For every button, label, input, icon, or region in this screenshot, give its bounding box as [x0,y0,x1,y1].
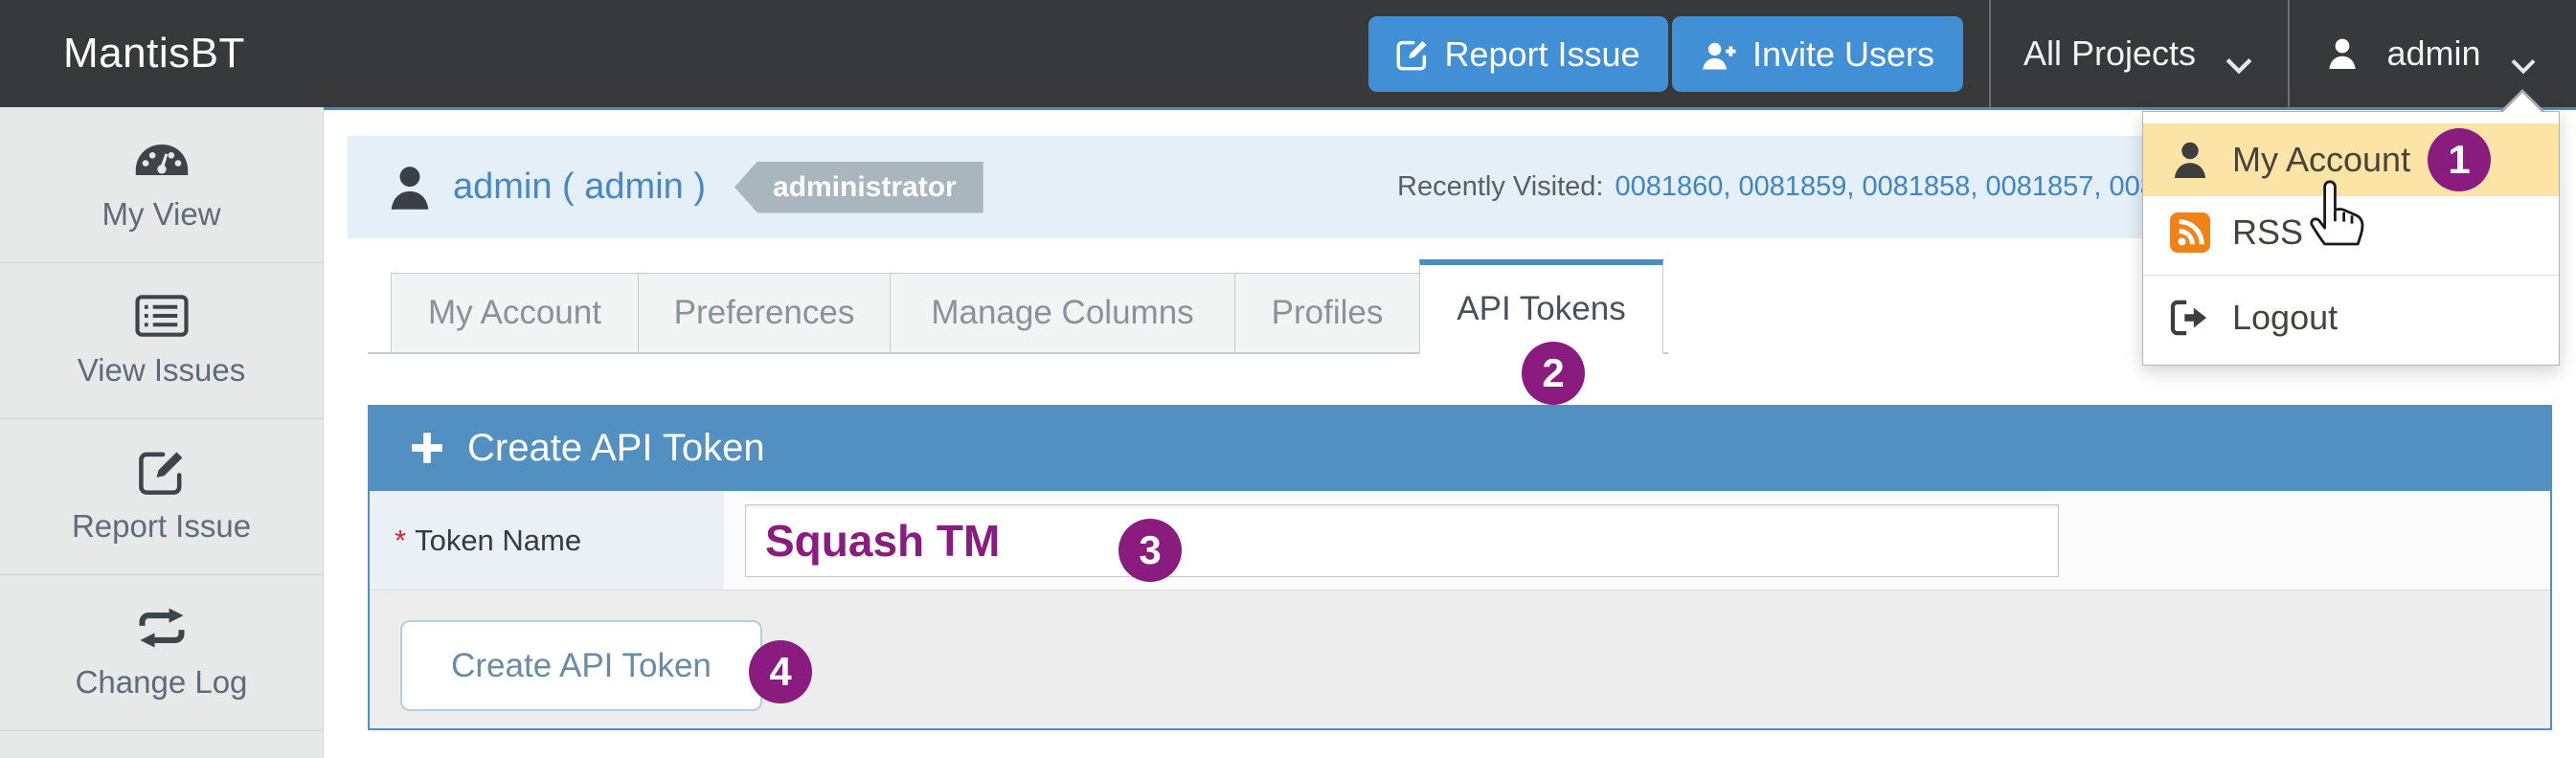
tab-manage-columns[interactable]: Manage Columns [890,273,1235,354]
report-issue-label: Report Issue [1444,34,1639,75]
sidebar-item-view-issues[interactable]: View Issues [0,263,323,419]
edit-icon [134,450,190,494]
annotation-step-badge: 3 [1119,519,1182,582]
token-name-field-cell [726,491,2550,590]
list-icon [134,294,190,338]
report-issue-button[interactable]: Report Issue [1368,16,1668,92]
tab-preferences[interactable]: Preferences [638,273,891,354]
invite-users-label: Invite Users [1752,34,1934,75]
rss-icon [2170,212,2210,253]
tab-api-tokens[interactable]: API Tokens [1419,259,1663,354]
logout-icon [2170,298,2210,338]
token-name-row: * Token Name [370,491,2550,591]
sidebar-item-label: Report Issue [72,508,251,545]
recently-visited-links[interactable]: 0081860, 0081859, 0081858, 0081857, 0081 [1615,171,2171,203]
current-user-link[interactable]: admin ( admin ) [453,167,706,208]
token-name-label-cell: * Token Name [370,491,726,590]
annotation-step-badge: 1 [2428,128,2491,191]
chevron-down-icon [2225,44,2253,63]
required-marker: * [395,524,406,558]
panel-footer-row: Create API Token [370,591,2550,728]
sidebar-item-label: View Issues [78,352,245,389]
token-name-label: Token Name [415,524,581,558]
role-badge: administrator [734,162,983,213]
panel-title: Create API Token [467,427,765,470]
user-icon [2327,36,2358,71]
recently-visited-label: Recently Visited: [1397,171,1603,203]
project-selector-label: All Projects [2023,33,2196,74]
annotation-step-badge: 4 [749,640,812,703]
user-icon [2170,140,2210,180]
user-icon [388,164,432,212]
account-tabs: My Account Preferences Manage Columns Pr… [368,259,1668,354]
create-api-token-button[interactable]: Create API Token [400,620,762,711]
plus-icon [410,431,444,465]
change-log-icon [134,606,190,650]
menu-item-label: My Account [2232,140,2410,180]
annotation-step-badge: 2 [1522,342,1585,405]
sidebar-item-report-issue[interactable]: Report Issue [0,419,323,575]
menu-divider [2143,275,2559,276]
create-api-token-panel: Create API Token * Token Name Create API… [368,405,2552,730]
mantisbt-page: MantisBT Report Issue Invite Users All P… [0,0,2576,758]
recently-visited: Recently Visited: 0081860, 0081859, 0081… [1397,136,2171,238]
menu-item-label: RSS [2232,212,2303,253]
sidebar-item-label: Change Log [76,664,248,701]
menu-item-logout[interactable]: Logout [2143,281,2559,354]
top-navbar: MantisBT Report Issue Invite Users All P… [0,0,2576,107]
user-plus-icon [1701,39,1737,70]
app-brand[interactable]: MantisBT [63,0,245,107]
panel-header: Create API Token [370,405,2550,491]
tab-profiles[interactable]: Profiles [1234,273,1420,354]
hand-cursor-icon [2304,178,2365,247]
token-name-input[interactable] [745,504,2059,577]
invite-users-button[interactable]: Invite Users [1672,16,1963,92]
dashboard-icon [134,138,190,182]
project-selector[interactable]: All Projects [1991,0,2286,107]
dropdown-caret-fill [2502,93,2542,113]
tab-my-account[interactable]: My Account [391,273,639,354]
chevron-down-icon [2510,44,2539,63]
menu-item-label: Logout [2232,298,2338,338]
sidebar: My View View Issues Report Issue Change … [0,107,324,758]
sidebar-item-my-view[interactable]: My View [0,107,323,263]
user-name-label: admin [2386,33,2480,74]
sidebar-item-change-log[interactable]: Change Log [0,575,323,731]
sidebar-item-label: My View [102,196,220,233]
pencil-square-icon [1396,38,1429,71]
